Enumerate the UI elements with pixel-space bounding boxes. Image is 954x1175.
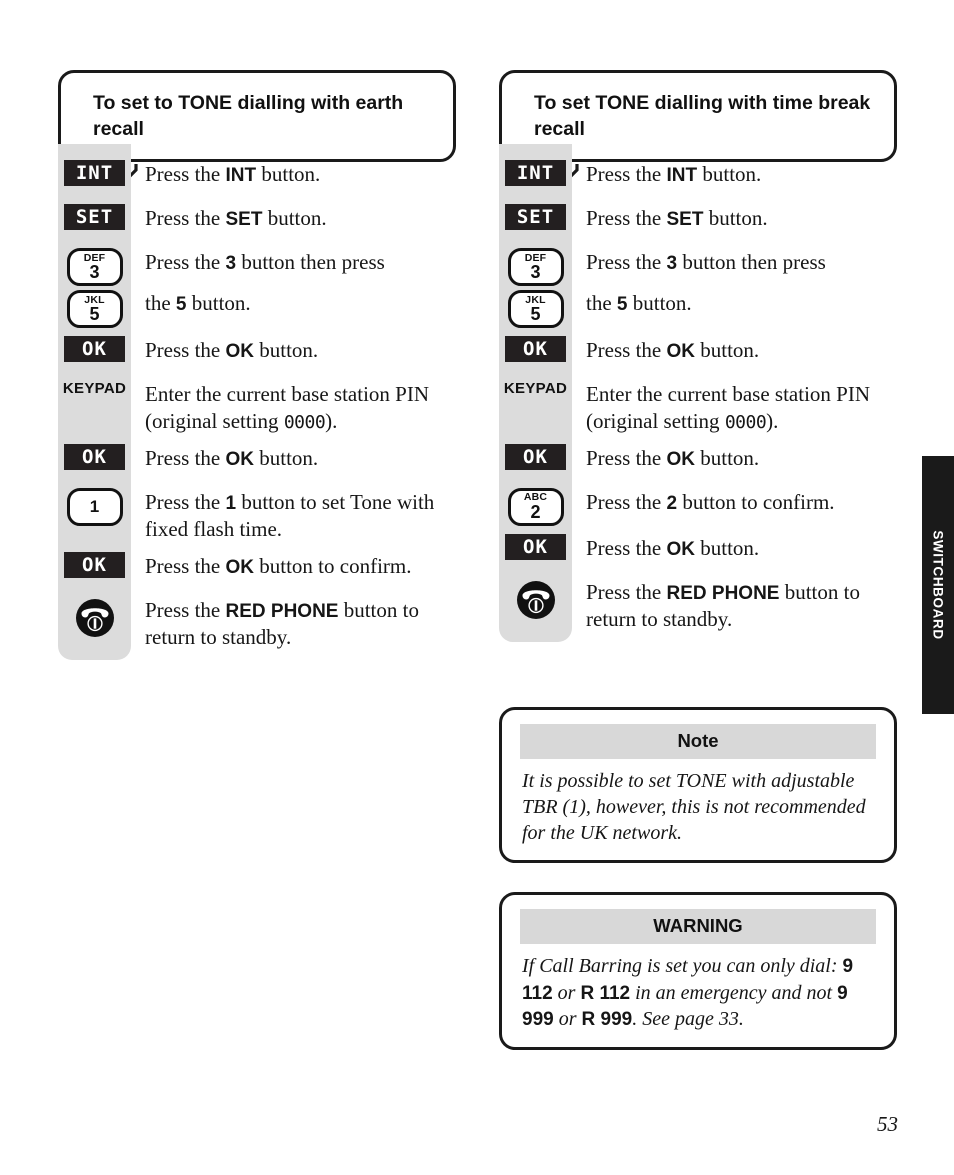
note-box-heading: Note xyxy=(520,724,876,759)
step-list-left: INT Press the INT button. SET Press the SET… xyxy=(58,144,458,660)
step-instruction: Press the 1 button to set Tone with fixe… xyxy=(145,489,435,542)
step-icon-cell: SET xyxy=(58,204,131,230)
step-instruction: Press the OK button. xyxy=(586,338,760,362)
step-row: DEF 3 Press the 3 button then press xyxy=(499,248,899,286)
red-phone-icon xyxy=(75,598,114,637)
step-row: Press the RED PHONE button to return to … xyxy=(58,596,458,652)
note-box: Note It is possible to set TONE with adj… xyxy=(499,707,897,863)
step-instruction: Press the 2 button to confirm. xyxy=(586,489,835,514)
step-row: 1 Press the 1 button to set Tone with fix… xyxy=(58,487,458,544)
procedure-column-left: To set to TONE dialling with earth recal… xyxy=(58,70,458,660)
callout-title: To set TONE dialling with time break rec… xyxy=(534,92,871,140)
keypad-label-icon: KEYPAD xyxy=(62,380,127,397)
section-tab-switchboard: SWITCHBOARD xyxy=(922,456,954,714)
keypad-label-icon: KEYPAD xyxy=(503,380,568,397)
step-instruction: Press the SET button. xyxy=(586,206,768,230)
step-icon-cell: DEF 3 xyxy=(499,248,572,286)
step-row: INT Press the INT button. xyxy=(499,160,899,196)
step-icon-cell: OK xyxy=(58,336,131,362)
step-icon-cell: JKL 5 xyxy=(499,290,572,328)
keypad-5-icon[interactable]: JKL 5 xyxy=(507,290,564,328)
ok-key-icon[interactable]: OK xyxy=(64,336,125,362)
step-instruction: Press the INT button. xyxy=(586,162,762,186)
step-icon-cell: SET xyxy=(499,204,572,230)
step-icon-cell: 1 xyxy=(58,487,131,526)
step-row: JKL 5 the 5 button. xyxy=(499,290,899,328)
step-instruction: Press the OK button. xyxy=(586,535,760,560)
step-list-right: INT Press the INT button. SET Press the SET… xyxy=(499,144,899,642)
note-box-body: It is possible to set TONE with adjustab… xyxy=(522,770,866,844)
ok-key-icon[interactable]: OK xyxy=(64,443,125,470)
step-instruction: Press the OK button. xyxy=(145,445,319,470)
step-row: KEYPAD Enter the current base station PIN… xyxy=(58,380,458,436)
set-key-icon[interactable]: SET xyxy=(64,204,125,230)
set-key-icon[interactable]: SET xyxy=(505,204,566,230)
step-row: SET Press the SET button. xyxy=(58,204,458,240)
step-instruction: Press the OK button. xyxy=(145,338,319,362)
step-instruction: Press the OK button. xyxy=(586,445,760,470)
step-rows: INT Press the INT button. SET Press the SET… xyxy=(58,160,458,652)
step-row: OK Press the OK button. xyxy=(499,443,899,480)
warning-box: WARNING If Call Barring is set you can o… xyxy=(499,892,897,1051)
keypad-2-icon[interactable]: ABC 2 xyxy=(507,487,564,526)
step-row: OK Press the OK button. xyxy=(499,533,899,570)
ok-key-icon[interactable]: OK xyxy=(64,551,125,578)
red-phone-icon xyxy=(516,580,555,619)
step-instruction: Press the RED PHONE button to return to … xyxy=(586,579,860,632)
step-row: OK Press the OK button. xyxy=(58,336,458,372)
step-icon-cell: KEYPAD xyxy=(499,380,572,397)
step-icon-cell: INT xyxy=(499,160,572,186)
step-icon-cell: JKL 5 xyxy=(58,290,131,328)
section-tab-label: SWITCHBOARD xyxy=(930,530,946,640)
step-instruction: Press the RED PHONE button to return to … xyxy=(145,597,419,650)
step-row: ABC 2 Press the 2 button to confirm. xyxy=(499,487,899,526)
step-row: KEYPAD Enter the current base station PIN… xyxy=(499,380,899,436)
step-icon-cell: OK xyxy=(499,533,572,560)
step-row: INT Press the INT button. xyxy=(58,160,458,196)
step-instruction: Press the SET button. xyxy=(145,206,327,230)
callout-title: To set to TONE dialling with earth recal… xyxy=(93,92,404,140)
step-instruction: Press the 3 button then press xyxy=(586,250,826,274)
int-key-icon[interactable]: INT xyxy=(64,160,125,186)
step-icon-cell: DEF 3 xyxy=(58,248,131,286)
step-row: Press the RED PHONE button to return to … xyxy=(499,578,899,634)
step-row: JKL 5 the 5 button. xyxy=(58,290,458,328)
ok-key-icon[interactable]: OK xyxy=(505,443,566,470)
ok-key-icon[interactable]: OK xyxy=(505,533,566,560)
warning-box-body: If Call Barring is set you can only dial… xyxy=(522,955,854,1031)
step-icon-cell: OK xyxy=(499,443,572,470)
step-rows: INT Press the INT button. SET Press the SET… xyxy=(499,160,899,634)
step-icon-cell xyxy=(58,596,131,640)
step-row: SET Press the SET button. xyxy=(499,204,899,240)
step-instruction: the 5 button. xyxy=(145,291,251,315)
step-icon-cell: INT xyxy=(58,160,131,186)
step-icon-cell: OK xyxy=(58,443,131,470)
step-icon-cell: KEYPAD xyxy=(58,380,131,397)
keypad-3-icon[interactable]: DEF 3 xyxy=(66,248,123,286)
step-instruction: Press the OK button to confirm. xyxy=(145,553,412,578)
page-number: 53 xyxy=(877,1112,898,1136)
step-row: DEF 3 Press the 3 button then press xyxy=(58,248,458,286)
keypad-1-icon[interactable]: 1 xyxy=(66,487,123,526)
step-instruction: Enter the current base station PIN (orig… xyxy=(586,382,870,434)
int-key-icon[interactable]: INT xyxy=(505,160,566,186)
step-row: OK Press the OK button to confirm. xyxy=(58,551,458,588)
manual-page: SWITCHBOARD To set to TONE dialling with… xyxy=(0,0,954,1175)
step-row: OK Press the OK button. xyxy=(499,336,899,372)
step-instruction: the 5 button. xyxy=(586,291,692,315)
keypad-5-icon[interactable]: JKL 5 xyxy=(66,290,123,328)
step-icon-cell: OK xyxy=(499,336,572,362)
step-icon-cell: OK xyxy=(58,551,131,578)
procedure-column-right: To set TONE dialling with time break rec… xyxy=(499,70,899,642)
ok-key-icon[interactable]: OK xyxy=(505,336,566,362)
step-icon-cell xyxy=(499,578,572,622)
step-instruction: Press the 3 button then press xyxy=(145,250,385,274)
step-row: OK Press the OK button. xyxy=(58,443,458,480)
step-instruction: Enter the current base station PIN (orig… xyxy=(145,382,429,434)
warning-box-heading: WARNING xyxy=(520,909,876,944)
keypad-3-icon[interactable]: DEF 3 xyxy=(507,248,564,286)
step-icon-cell: ABC 2 xyxy=(499,487,572,526)
step-instruction: Press the INT button. xyxy=(145,162,321,186)
